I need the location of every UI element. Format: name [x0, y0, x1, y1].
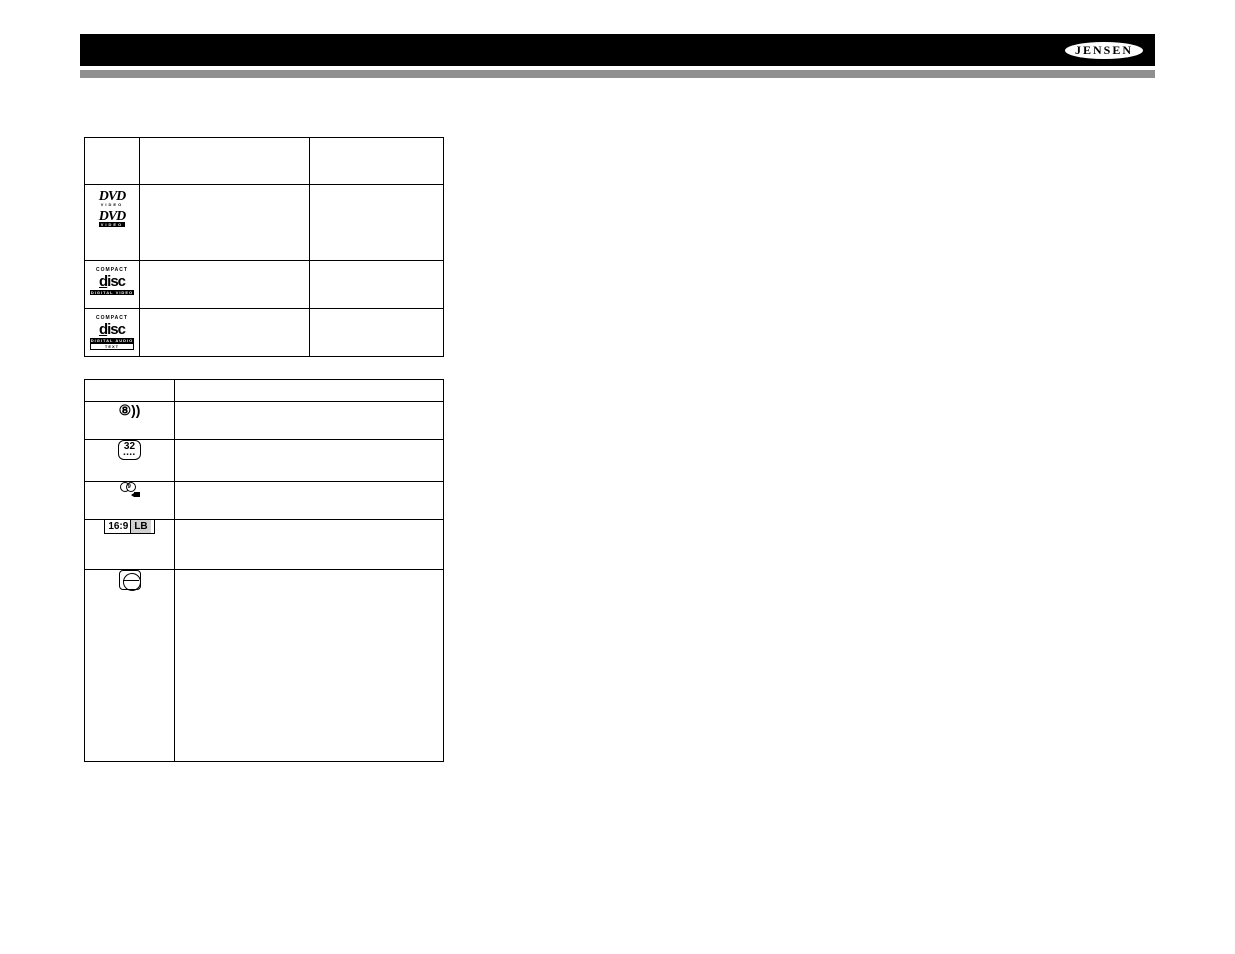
aspect-ratio-badge: LB	[130, 520, 150, 533]
t1-vcd-content	[140, 261, 310, 309]
table-row	[85, 570, 444, 762]
dvd-video-logo-inverse-icon: DVD VIDEO	[99, 211, 126, 227]
t1-head-symbol	[85, 138, 140, 185]
camera-angles-icon: 9	[120, 482, 140, 498]
header-bar: JENSEN	[80, 34, 1155, 66]
t2-subs-meaning	[175, 440, 444, 482]
t2-aspect-meaning	[175, 520, 444, 570]
t2-angles-meaning	[175, 482, 444, 520]
t1-dvd-content	[140, 185, 310, 261]
table-row: 9	[85, 482, 444, 520]
disc-types-table: DVD VIDEO DVD VIDEO COMPACT disc	[84, 137, 444, 357]
t1-dvd-size	[310, 185, 444, 261]
t2-head-meaning	[175, 380, 444, 402]
t1-head-content	[140, 138, 310, 185]
table-row: COMPACT disc DIGITAL AUDIO TEXT	[85, 309, 444, 357]
table-row: COMPACT disc DIGITAL VIDEO	[85, 261, 444, 309]
aspect-ratio-icon: 16:9LB	[104, 519, 154, 534]
voices-icon: ⑧))	[119, 402, 141, 418]
table-row: DVD VIDEO DVD VIDEO	[85, 185, 444, 261]
t1-cd-content	[140, 309, 310, 357]
table-row: 16:9LB	[85, 520, 444, 570]
t2-region-meaning	[175, 570, 444, 762]
compact-disc-digital-video-icon: COMPACT disc DIGITAL VIDEO	[90, 267, 134, 295]
compact-disc-digital-audio-text-icon: COMPACT disc DIGITAL AUDIO TEXT	[90, 315, 134, 350]
aspect-ratio-value: 16:9	[108, 521, 128, 532]
page-content: DVD VIDEO DVD VIDEO COMPACT disc	[84, 137, 444, 762]
disc-properties-table: ⑧)) 32 ▪▪▪▪ 9 16:9LB	[84, 379, 444, 762]
t2-voices-meaning	[175, 402, 444, 440]
subheader-bar	[80, 70, 1155, 78]
t1-cd-size	[310, 309, 444, 357]
table-row: 32 ▪▪▪▪	[85, 440, 444, 482]
t1-head-size	[310, 138, 444, 185]
table-row: ⑧))	[85, 402, 444, 440]
subtitles-count-icon: 32 ▪▪▪▪	[118, 440, 141, 460]
region-code-all-icon	[119, 570, 141, 590]
dvd-video-logo-icon: DVD VIDEO	[99, 191, 126, 207]
t2-head-symbol	[85, 380, 175, 402]
t1-vcd-size	[310, 261, 444, 309]
jensen-logo: JENSEN	[1065, 42, 1143, 59]
subtitles-number: 32	[124, 441, 135, 452]
